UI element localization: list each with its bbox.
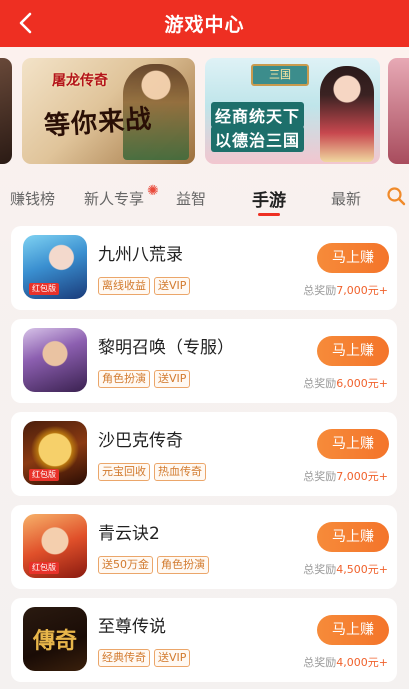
- banner-slogan: 等你来战: [43, 104, 154, 142]
- game-icon[interactable]: 红包版: [23, 514, 87, 578]
- game-name: 沙巴克传奇: [98, 431, 183, 451]
- red-packet-badge: 红包版: [29, 562, 59, 574]
- banner-slogan-line2: 以德治三国: [211, 126, 305, 152]
- total-reward: 总奖励7,000元+: [303, 468, 388, 484]
- category-tabs: 赚钱榜 新人专享 ✺ 益智 手游 最新: [0, 180, 409, 216]
- game-name: 青云诀2: [98, 524, 160, 544]
- game-tags: 元宝回收 热血传奇: [98, 463, 206, 481]
- game-card[interactable]: 红包版 青云诀2 送50万金 角色扮演 马上赚 总奖励4,500元+: [11, 505, 397, 589]
- game-tag: 角色扮演: [98, 370, 150, 388]
- tab-mobile-games[interactable]: 手游: [252, 186, 286, 211]
- red-packet-badge: 红包版: [29, 283, 59, 295]
- reward-label: 总奖励: [303, 284, 337, 297]
- game-tags: 经典传奇 送VIP: [98, 649, 191, 667]
- game-name: 至尊传说: [98, 617, 166, 637]
- game-tag: 热血传奇: [154, 463, 206, 481]
- game-name: 黎明召唤（专服）: [98, 338, 234, 358]
- tab-new-user[interactable]: 新人专享: [84, 188, 144, 209]
- reward-amount: 7,000元+: [336, 470, 388, 483]
- banner-slogan-line1: 经商统天下: [211, 102, 305, 128]
- game-tag: 经典传奇: [98, 649, 150, 667]
- total-reward: 总奖励4,000元+: [303, 654, 388, 670]
- game-tag: 送VIP: [154, 277, 191, 295]
- banner-three-kingdoms[interactable]: 三国 经商统天下 以德治三国: [205, 58, 380, 164]
- reward-label: 总奖励: [303, 656, 337, 669]
- legend-logo-text: 傳奇: [32, 628, 77, 654]
- banner-legend-game[interactable]: 屠龙传奇 等你来战: [22, 58, 195, 164]
- search-button[interactable]: [386, 186, 408, 208]
- tab-puzzle[interactable]: 益智: [176, 188, 206, 209]
- active-tab-indicator: [258, 213, 280, 216]
- game-tag: 送VIP: [154, 370, 191, 388]
- banner-sign: 三国: [251, 64, 309, 86]
- banner-game-logo: 屠龙传奇: [52, 73, 108, 89]
- red-packet-badge: 红包版: [29, 469, 59, 481]
- reward-label: 总奖励: [303, 470, 337, 483]
- back-button[interactable]: [12, 9, 40, 37]
- top-bar: 游戏中心: [0, 0, 409, 47]
- tab-earnings-rank[interactable]: 赚钱榜: [10, 188, 55, 209]
- reward-amount: 6,000元+: [336, 377, 388, 390]
- game-name: 九州八荒录: [98, 245, 183, 265]
- game-tag: 送VIP: [154, 649, 191, 667]
- chevron-left-icon: [19, 12, 32, 34]
- game-tags: 角色扮演 送VIP: [98, 370, 191, 388]
- earn-now-button[interactable]: 马上赚: [317, 522, 389, 552]
- banner-character-art: [320, 66, 374, 162]
- banner-previous[interactable]: [0, 58, 12, 164]
- game-tags: 离线收益 送VIP: [98, 277, 191, 295]
- earn-now-button[interactable]: 马上赚: [317, 429, 389, 459]
- game-tag: 送50万金: [98, 556, 153, 574]
- game-tag: 离线收益: [98, 277, 150, 295]
- game-tag: 元宝回收: [98, 463, 150, 481]
- game-icon[interactable]: 傳奇: [23, 607, 87, 671]
- game-tag: 角色扮演: [157, 556, 209, 574]
- game-tags: 送50万金 角色扮演: [98, 556, 209, 574]
- game-icon[interactable]: [23, 328, 87, 392]
- reward-amount: 7,000元+: [336, 284, 388, 297]
- page-title: 游戏中心: [164, 14, 245, 36]
- game-card[interactable]: 红包版 沙巴克传奇 元宝回收 热血传奇 马上赚 总奖励7,000元+: [11, 412, 397, 496]
- banner-next[interactable]: [388, 58, 409, 164]
- new-burst-icon: ✺: [147, 183, 159, 199]
- game-card[interactable]: 红包版 九州八荒录 离线收益 送VIP 马上赚 总奖励7,000元+: [11, 226, 397, 310]
- reward-label: 总奖励: [303, 377, 337, 390]
- total-reward: 总奖励6,000元+: [303, 375, 388, 391]
- reward-label: 总奖励: [303, 563, 337, 576]
- earn-now-button[interactable]: 马上赚: [317, 243, 389, 273]
- total-reward: 总奖励7,000元+: [303, 282, 388, 298]
- search-icon: [387, 187, 406, 206]
- game-icon[interactable]: 红包版: [23, 421, 87, 485]
- earn-now-button[interactable]: 马上赚: [317, 336, 389, 366]
- tab-latest[interactable]: 最新: [331, 188, 361, 209]
- game-card[interactable]: 傳奇 至尊传说 经典传奇 送VIP 马上赚 总奖励4,000元+: [11, 598, 397, 682]
- banner-carousel[interactable]: 屠龙传奇 等你来战 三国 经商统天下 以德治三国: [0, 56, 409, 166]
- earn-now-button[interactable]: 马上赚: [317, 615, 389, 645]
- game-card[interactable]: 黎明召唤（专服） 角色扮演 送VIP 马上赚 总奖励6,000元+: [11, 319, 397, 403]
- reward-amount: 4,000元+: [336, 656, 388, 669]
- total-reward: 总奖励4,500元+: [303, 561, 388, 577]
- game-icon[interactable]: 红包版: [23, 235, 87, 299]
- reward-amount: 4,500元+: [336, 563, 388, 576]
